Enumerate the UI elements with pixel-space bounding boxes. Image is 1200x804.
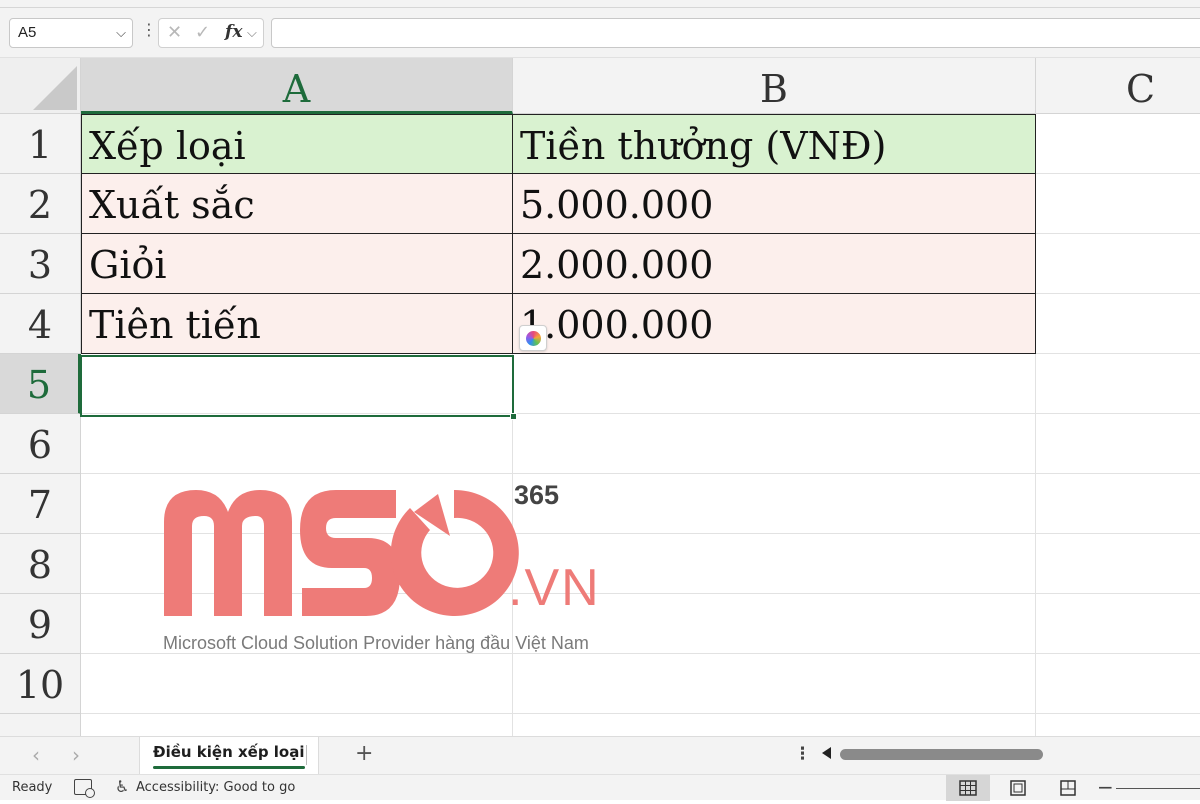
sheet-tab-bar: ‹ › Điều kiện xếp loại + ⋮ bbox=[0, 736, 1200, 775]
next-sheet-icon[interactable]: › bbox=[72, 743, 80, 767]
copilot-icon[interactable] bbox=[519, 325, 547, 351]
watermark-suffix: .VN bbox=[508, 559, 601, 617]
mso-watermark-logo: 365 .VN Microsoft Cloud Solution Provide… bbox=[160, 478, 620, 658]
page-break-icon bbox=[1060, 780, 1076, 796]
cell-a6[interactable] bbox=[81, 414, 513, 474]
row-header-10[interactable]: 10 bbox=[0, 654, 81, 714]
watermark-tagline: Microsoft Cloud Solution Provider hàng đ… bbox=[163, 633, 589, 653]
row-header-2[interactable]: 2 bbox=[0, 174, 81, 234]
row-header-4[interactable]: 4 bbox=[0, 294, 81, 354]
row-header-7[interactable]: 7 bbox=[0, 474, 81, 534]
macro-recording-icon[interactable] bbox=[74, 779, 95, 798]
cell-c11[interactable] bbox=[1036, 714, 1200, 736]
sheet-tab-active[interactable]: Điều kiện xếp loại bbox=[139, 737, 319, 775]
cell-c3[interactable] bbox=[1036, 234, 1200, 294]
cancel-icon[interactable]: ✕ bbox=[167, 22, 182, 43]
cell-c5[interactable] bbox=[1036, 354, 1200, 414]
cell-a10[interactable] bbox=[81, 654, 513, 714]
enter-icon[interactable]: ✓ bbox=[195, 22, 210, 43]
page-layout-view-button[interactable] bbox=[996, 775, 1040, 801]
cell-b10[interactable] bbox=[513, 654, 1036, 714]
status-ready: Ready bbox=[12, 780, 53, 795]
zoom-slider[interactable] bbox=[1116, 788, 1200, 789]
status-bar: Ready ♿ Accessibility: Good to go − bbox=[0, 774, 1200, 801]
cell-c10[interactable] bbox=[1036, 654, 1200, 714]
tab-divider bbox=[306, 745, 307, 765]
insert-function-icon[interactable]: fx bbox=[225, 22, 242, 42]
cell-c6[interactable] bbox=[1036, 414, 1200, 474]
row-header-5[interactable]: 5 bbox=[0, 354, 81, 414]
row-header-3[interactable]: 3 bbox=[0, 234, 81, 294]
chevron-down-icon[interactable]: ⌵ bbox=[247, 26, 257, 41]
cell-a11[interactable] bbox=[81, 714, 513, 736]
cell-a1[interactable]: Xếp loại bbox=[81, 114, 513, 174]
name-box-value: A5 bbox=[18, 24, 37, 41]
row-header-8[interactable]: 8 bbox=[0, 534, 81, 594]
column-header-b[interactable]: B bbox=[513, 58, 1036, 114]
select-all-button[interactable] bbox=[0, 58, 81, 114]
accessibility-icon[interactable]: ♿ bbox=[115, 777, 129, 796]
zoom-out-button[interactable]: − bbox=[1097, 775, 1114, 799]
cell-c2[interactable] bbox=[1036, 174, 1200, 234]
prev-sheet-icon[interactable]: ‹ bbox=[32, 743, 40, 767]
ribbon-edge bbox=[0, 0, 1200, 8]
normal-view-button[interactable] bbox=[946, 775, 990, 801]
chevron-down-icon[interactable]: ⌵ bbox=[116, 25, 126, 41]
cell-b2[interactable]: 5.000.000 bbox=[513, 174, 1036, 234]
cell-b5[interactable] bbox=[513, 354, 1036, 414]
cell-b6[interactable] bbox=[513, 414, 1036, 474]
column-header-c[interactable]: C bbox=[1036, 58, 1200, 114]
name-box[interactable]: A5 ⌵ bbox=[9, 18, 133, 48]
cell-c1[interactable] bbox=[1036, 114, 1200, 174]
row-header-11[interactable] bbox=[0, 714, 81, 736]
cell-c7[interactable] bbox=[1036, 474, 1200, 534]
watermark-superscript: 365 bbox=[514, 480, 560, 510]
accessibility-status[interactable]: Accessibility: Good to go bbox=[136, 780, 295, 795]
cell-a4[interactable]: Tiên tiến bbox=[81, 294, 513, 354]
cell-a2[interactable]: Xuất sắc bbox=[81, 174, 513, 234]
grid-icon bbox=[959, 780, 977, 796]
scroll-left-icon[interactable] bbox=[822, 747, 831, 759]
formula-input[interactable] bbox=[271, 18, 1200, 48]
active-cell-border bbox=[80, 355, 517, 420]
page-layout-icon bbox=[1010, 780, 1026, 796]
row-header-1[interactable]: 1 bbox=[0, 114, 81, 174]
active-tab-underline bbox=[153, 766, 305, 769]
row-header-9[interactable]: 9 bbox=[0, 594, 81, 654]
horizontal-scrollbar-thumb[interactable] bbox=[840, 749, 1043, 760]
row-header-6[interactable]: 6 bbox=[0, 414, 81, 474]
mso-logo-mark bbox=[164, 489, 519, 616]
formula-bar-options-icon[interactable]: ⋮ bbox=[141, 20, 157, 39]
formula-tools: ✕ ✓ fx ⌵ bbox=[158, 18, 264, 48]
cell-b1[interactable]: Tiền thưởng (VNĐ) bbox=[513, 114, 1036, 174]
cell-c4[interactable] bbox=[1036, 294, 1200, 354]
cell-b3[interactable]: 2.000.000 bbox=[513, 234, 1036, 294]
cell-c9[interactable] bbox=[1036, 594, 1200, 654]
add-sheet-button[interactable]: + bbox=[355, 741, 373, 766]
cell-a3[interactable]: Giỏi bbox=[81, 234, 513, 294]
formula-bar: A5 ⌵ ⋮ ✕ ✓ fx ⌵ bbox=[0, 0, 1200, 58]
sheet-tab-label: Điều kiện xếp loại bbox=[153, 743, 305, 761]
cell-c8[interactable] bbox=[1036, 534, 1200, 594]
more-options-icon[interactable]: ⋮ bbox=[794, 744, 811, 764]
fill-handle[interactable] bbox=[510, 413, 517, 420]
page-break-view-button[interactable] bbox=[1046, 775, 1090, 801]
cell-b11[interactable] bbox=[513, 714, 1036, 736]
cell-b4[interactable]: 1.000.000 bbox=[513, 294, 1036, 354]
column-header-a[interactable]: A bbox=[81, 58, 513, 114]
